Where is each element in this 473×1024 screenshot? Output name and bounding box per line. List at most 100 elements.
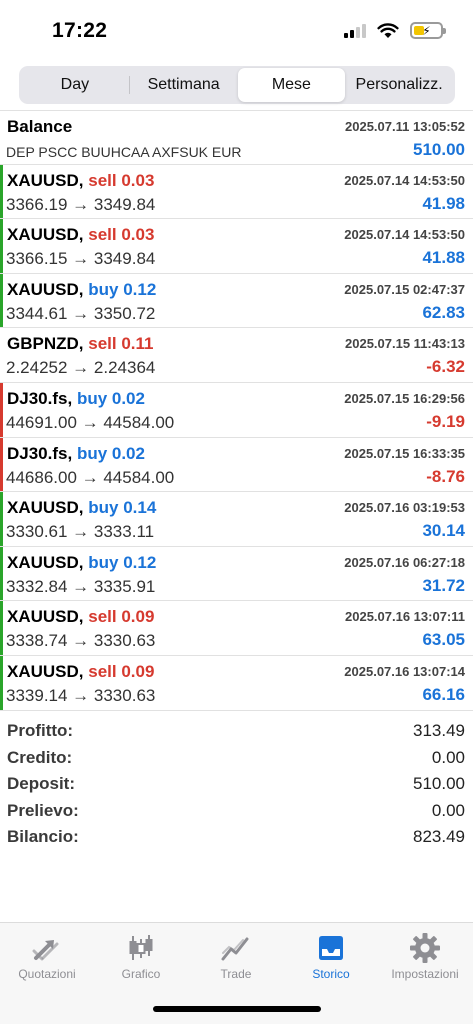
trade-symbol: XAUUSD, <box>7 170 84 190</box>
balance-description: DEP PSCC BUUHCAA AXFSUK EUR <box>6 144 242 160</box>
trade-row[interactable]: DJ30.fs, buy 0.02 44691.00 → 44584.00 2025… <box>0 382 473 438</box>
charging-bolt-icon: ⚡ <box>422 23 431 38</box>
trade-row[interactable]: XAUUSD, buy 0.14 3330.61 → 3333.11 2025.07… <box>0 492 473 547</box>
trade-title: XAUUSD, sell 0.09 <box>7 662 154 682</box>
status-icons: ⚡ <box>344 22 446 39</box>
trade-symbol: GBPNZD, <box>7 334 84 354</box>
quotes-arrows-icon <box>32 940 59 961</box>
tab-impostazioni[interactable]: Impostazioni <box>378 931 472 981</box>
trade-side: buy 0.12 <box>88 279 157 299</box>
trade-side: buy 0.12 <box>88 552 157 572</box>
trade-row[interactable]: XAUUSD, sell 0.03 3366.19 → 3349.84 2025.0… <box>0 164 473 220</box>
battery-icon: ⚡ <box>410 22 446 39</box>
trade-row[interactable]: XAUUSD, sell 0.03 3366.15 → 3349.84 2025.0… <box>0 219 473 274</box>
trade-profit: -9.19 <box>426 411 465 431</box>
trade-row[interactable]: XAUUSD, buy 0.12 3332.84 → 3335.91 2025.07… <box>0 546 473 602</box>
result-indicator-bar <box>0 437 3 492</box>
tab-label: Trade <box>220 967 252 981</box>
trade-symbol: XAUUSD, <box>7 498 84 518</box>
trade-symbol: XAUUSD, <box>7 552 84 572</box>
tab-trade[interactable]: Trade <box>189 931 283 981</box>
tab-label: Quotazioni <box>18 967 76 981</box>
trade-date: 2025.07.14 14:53:50 <box>344 172 465 188</box>
trade-title: GBPNZD, sell 0.11 <box>7 334 153 354</box>
trade-title: XAUUSD, buy 0.14 <box>7 498 156 518</box>
segment-month[interactable]: Mese <box>237 68 346 102</box>
summary-value: 0.00 <box>431 747 465 767</box>
trade-prices: 44686.00 → 44584.00 <box>6 467 175 487</box>
trade-side: sell 0.09 <box>88 607 155 627</box>
trade-date: 2025.07.16 13:07:14 <box>344 663 465 679</box>
trade-symbol: DJ30.fs, <box>7 388 73 408</box>
status-time: 17:22 <box>52 19 108 42</box>
result-indicator-bar <box>0 492 3 546</box>
balance-amount: 510.00 <box>413 140 465 159</box>
summary-row: Profitto: 313.49 <box>0 718 473 745</box>
summary-value: 510.00 <box>413 774 465 793</box>
trade-row[interactable]: XAUUSD, buy 0.12 3344.61 → 3350.72 2025.07… <box>0 273 473 329</box>
trade-title: DJ30.fs, buy 0.02 <box>7 389 145 409</box>
trade-title: XAUUSD, sell 0.03 <box>7 171 154 191</box>
trade-date: 2025.07.15 16:29:56 <box>344 390 465 406</box>
trade-date: 2025.07.16 03:19:53 <box>344 500 465 516</box>
summary-section: Profitto: 313.49 Credito: 0.00 Deposit: … <box>0 718 473 851</box>
trade-profit: 41.98 <box>422 193 465 213</box>
history-list: Balance DEP PSCC BUUHCAA AXFSUK EUR 2025… <box>0 110 473 711</box>
result-indicator-bar <box>0 546 3 601</box>
tab-label: Storico <box>312 967 350 981</box>
trade-side: sell 0.03 <box>88 170 155 190</box>
result-indicator-bar <box>0 655 3 710</box>
segment-custom[interactable]: Personalizz. <box>345 68 453 102</box>
segment-day[interactable]: Day <box>21 68 129 102</box>
trade-date: 2025.07.15 02:47:37 <box>344 281 465 297</box>
trade-title: XAUUSD, sell 0.09 <box>7 607 154 627</box>
trade-side: sell 0.09 <box>88 661 155 681</box>
trade-title: DJ30.fs, buy 0.02 <box>7 444 145 464</box>
trade-prices: 3366.15 → 3349.84 <box>6 249 156 269</box>
candlestick-chart-icon <box>129 935 153 960</box>
gear-icon <box>410 933 440 963</box>
trade-side: sell 0.03 <box>88 225 155 245</box>
trade-profit: -8.76 <box>426 466 465 486</box>
trade-side: sell 0.11 <box>88 334 154 354</box>
result-indicator-bar <box>0 382 3 437</box>
balance-date: 2025.07.11 13:05:52 <box>345 119 465 134</box>
trade-prices: 44691.00 → 44584.00 <box>6 412 175 432</box>
trade-side: buy 0.02 <box>76 443 145 463</box>
trade-date: 2025.07.15 16:33:35 <box>344 445 465 461</box>
summary-row: Prelievo: 0.00 <box>0 798 473 825</box>
trade-row[interactable]: XAUUSD, sell 0.09 3339.14 → 3330.63 2025.0… <box>0 655 473 711</box>
tab-label: Impostazioni <box>391 967 459 981</box>
trade-title: XAUUSD, buy 0.12 <box>7 553 156 573</box>
trade-prices: 3339.14 → 3330.63 <box>6 685 156 705</box>
trade-date: 2025.07.16 13:07:11 <box>345 609 465 625</box>
history-tray-icon <box>319 936 343 960</box>
result-indicator-bar <box>0 219 3 273</box>
tab-grafico[interactable]: Grafico <box>94 931 188 981</box>
tab-storico[interactable]: Storico <box>284 931 378 981</box>
result-indicator-bar <box>0 601 3 655</box>
tab-quotazioni[interactable]: Quotazioni <box>0 931 94 981</box>
segment-week[interactable]: Settimana <box>130 68 238 102</box>
trade-symbol: XAUUSD, <box>7 607 84 627</box>
summary-label: Prelievo: <box>7 800 79 820</box>
result-indicator-bar <box>0 164 3 219</box>
trade-profit: 30.14 <box>422 521 465 541</box>
trade-row[interactable]: DJ30.fs, buy 0.02 44686.00 → 44584.00 2025… <box>0 437 473 493</box>
balance-row[interactable]: Balance DEP PSCC BUUHCAA AXFSUK EUR 2025… <box>0 110 473 165</box>
trade-row[interactable]: XAUUSD, sell 0.09 3338.74 → 3330.63 2025.0… <box>0 601 473 656</box>
summary-row: Credito: 0.00 <box>0 745 473 772</box>
summary-row: Deposit: 510.00 <box>0 771 473 798</box>
period-segmented-control: Day Settimana Mese Personalizz. <box>19 66 455 104</box>
trade-prices: 3366.19 → 3349.84 <box>6 194 156 214</box>
trade-row[interactable]: GBPNZD, sell 0.11 2.24252 → 2.24364 2025.0… <box>0 328 473 383</box>
trade-profit: 62.83 <box>422 302 465 322</box>
wifi-icon <box>377 22 399 38</box>
trade-profit: 63.05 <box>422 630 465 650</box>
trade-title: XAUUSD, sell 0.03 <box>7 225 154 245</box>
trade-date: 2025.07.14 14:53:50 <box>344 227 465 243</box>
trade-title: XAUUSD, buy 0.12 <box>7 280 156 300</box>
trade-prices: 3332.84 → 3335.91 <box>6 576 156 596</box>
summary-label: Bilancio: <box>7 827 79 846</box>
trade-profit: 66.16 <box>422 684 465 704</box>
